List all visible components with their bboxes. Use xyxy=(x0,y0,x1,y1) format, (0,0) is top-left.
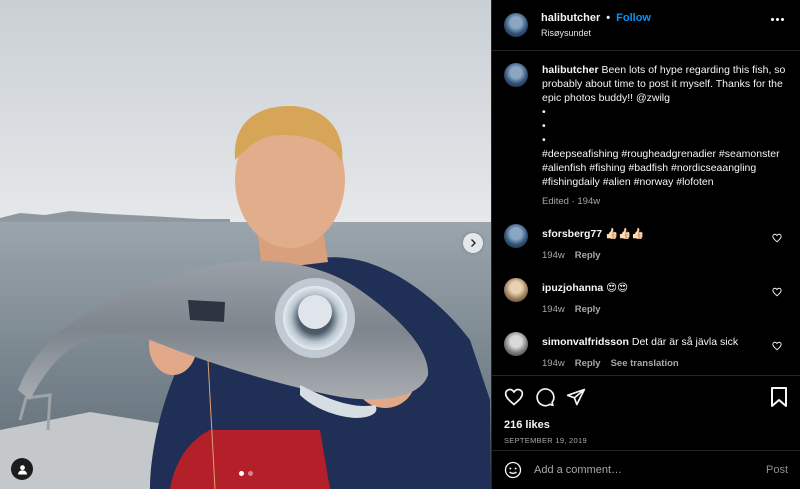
caption-bullet: • xyxy=(542,120,546,132)
like-comment-heart-icon[interactable] xyxy=(772,233,782,243)
caption: halibutcher Been lots of hype regarding … xyxy=(504,63,788,207)
post-photo[interactable] xyxy=(0,0,491,489)
instagram-post: halibutcher • Follow Risøysundet halibut… xyxy=(0,0,800,489)
bookmark-icon[interactable] xyxy=(770,387,788,407)
share-icon[interactable] xyxy=(566,387,586,407)
comment-username[interactable]: sforsberg77 xyxy=(542,228,602,240)
comment-item: simonvalfridsson Det där är så jävla sic… xyxy=(504,329,788,369)
caption-meta: Edited · 194w xyxy=(542,196,601,207)
tagged-users-button[interactable] xyxy=(11,458,33,480)
avatar[interactable] xyxy=(504,63,528,87)
comment-item: ipuzjohanna 😍😍 194w Reply xyxy=(504,275,788,315)
avatar[interactable] xyxy=(504,224,528,248)
carousel-next-button[interactable] xyxy=(463,233,483,253)
likes-count[interactable]: 216 likes xyxy=(504,419,788,431)
comment-username[interactable]: ipuzjohanna xyxy=(542,282,603,294)
author-username[interactable]: halibutcher xyxy=(541,12,600,24)
caption-hashtags[interactable]: #deepseafishing #rougheadgrenadier #seam… xyxy=(542,147,788,189)
user-tag-icon xyxy=(17,464,27,475)
photo-fisherman-with-grenadier xyxy=(0,0,491,489)
more-options-icon[interactable] xyxy=(771,18,784,21)
comment-text: 👍🏻👍🏻👍🏻 xyxy=(605,228,645,240)
comment-icon[interactable] xyxy=(535,387,555,407)
reply-button[interactable]: Reply xyxy=(575,358,601,369)
comment-age: 194w xyxy=(542,304,565,315)
comment-age: 194w xyxy=(542,250,565,261)
caption-username[interactable]: halibutcher xyxy=(542,64,599,76)
comments-list[interactable]: halibutcher Been lots of hype regarding … xyxy=(492,51,800,375)
avatar[interactable] xyxy=(504,13,528,37)
like-comment-heart-icon[interactable] xyxy=(772,287,782,297)
see-translation-button[interactable]: See translation xyxy=(611,358,679,369)
avatar[interactable] xyxy=(504,332,528,356)
reply-button[interactable]: Reply xyxy=(575,250,601,261)
comment-username[interactable]: simonvalfridsson xyxy=(542,336,629,348)
post-actions: 216 likes SEPTEMBER 19, 2019 xyxy=(492,375,800,450)
like-comment-heart-icon[interactable] xyxy=(772,341,782,351)
carousel-dot xyxy=(248,471,253,476)
post-header: halibutcher • Follow Risøysundet xyxy=(492,0,800,51)
comment-item: sforsberg77 👍🏻👍🏻👍🏻 194w Reply xyxy=(504,221,788,261)
post-comment-button[interactable]: Post xyxy=(766,464,788,476)
chevron-right-icon xyxy=(471,239,476,247)
caption-bullet: • xyxy=(542,134,546,146)
comment-age: 194w xyxy=(542,358,565,369)
comment-composer: Add a comment… Post xyxy=(492,450,800,489)
carousel-dot-active xyxy=(239,471,244,476)
avatar[interactable] xyxy=(504,278,528,302)
comment-text: 😍😍 xyxy=(606,282,629,294)
caption-bullet: • xyxy=(542,106,546,118)
follow-button[interactable]: Follow xyxy=(616,12,651,24)
carousel-indicator xyxy=(239,471,253,476)
separator-dot: • xyxy=(606,12,611,24)
post-date: SEPTEMBER 19, 2019 xyxy=(504,436,587,445)
reply-button[interactable]: Reply xyxy=(575,304,601,315)
comment-input[interactable]: Add a comment… xyxy=(534,464,766,476)
post-details-panel: halibutcher • Follow Risøysundet halibut… xyxy=(491,0,800,489)
emoji-icon[interactable] xyxy=(504,461,522,479)
comment-text: Det där är så jävla sick xyxy=(631,336,739,348)
post-location[interactable]: Risøysundet xyxy=(541,28,651,38)
heart-icon[interactable] xyxy=(504,387,524,407)
